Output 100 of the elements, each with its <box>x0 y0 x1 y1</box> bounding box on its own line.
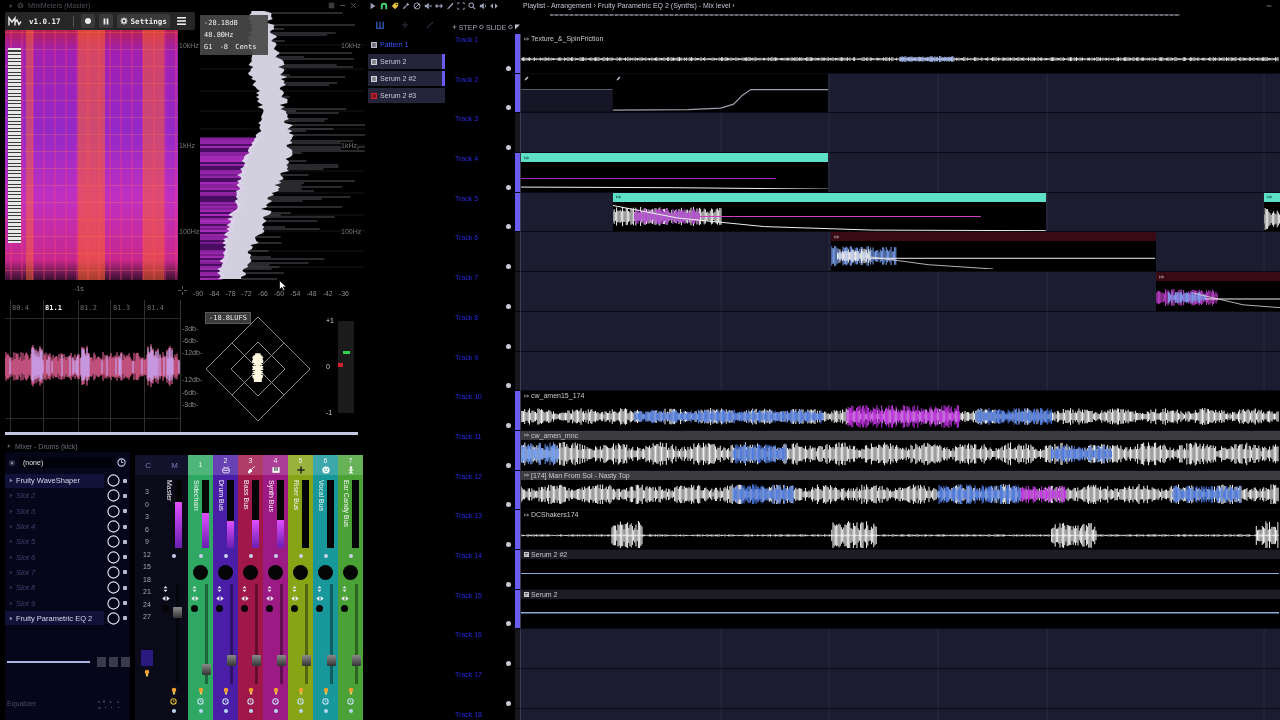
clip-header[interactable] <box>1155 272 1280 282</box>
slot-switch[interactable] <box>123 585 127 590</box>
mix-knob[interactable] <box>107 535 120 549</box>
slash-icon[interactable] <box>446 1 454 10</box>
bulb-icon[interactable] <box>170 687 177 695</box>
mute-switch[interactable] <box>506 264 511 270</box>
clock-icon[interactable] <box>117 458 126 467</box>
clock-icon[interactable] <box>222 698 229 705</box>
magnet-icon[interactable] <box>380 1 388 10</box>
clock-icon[interactable] <box>247 698 254 705</box>
slot-switch[interactable] <box>123 524 127 529</box>
pan-knob[interactable] <box>343 565 358 580</box>
mix-knob[interactable] <box>107 565 120 579</box>
leftright-arrows-icon[interactable] <box>240 596 249 601</box>
mute-switch[interactable] <box>506 462 511 468</box>
mix-knob[interactable] <box>107 520 120 534</box>
volume-fader[interactable] <box>255 584 258 684</box>
slot-switch[interactable] <box>123 601 127 605</box>
slot-switch[interactable] <box>123 570 127 575</box>
mute-switch[interactable] <box>506 343 511 349</box>
muted-speaker-icon[interactable] <box>424 1 432 10</box>
mute-switch[interactable] <box>506 700 511 706</box>
audio-clip[interactable] <box>830 232 1156 272</box>
dial-icon[interactable] <box>8 458 16 467</box>
mute-switch[interactable] <box>506 621 511 627</box>
mute-switch[interactable] <box>506 502 511 508</box>
updown-arrows-icon[interactable] <box>267 586 272 592</box>
audio-clip[interactable] <box>1264 192 1280 232</box>
mute-switch[interactable] <box>506 383 511 389</box>
fader-handle[interactable] <box>327 655 336 667</box>
slot-switch[interactable] <box>123 509 127 514</box>
mute-switch[interactable] <box>506 303 511 309</box>
play-icon[interactable] <box>369 1 377 10</box>
ring-icon[interactable] <box>479 24 484 30</box>
volume-fader[interactable] <box>230 584 233 684</box>
leftright-arrows-icon[interactable] <box>265 596 274 601</box>
bulb-icon[interactable] <box>222 687 229 695</box>
mute-switch[interactable] <box>506 105 511 111</box>
mute-switch[interactable] <box>506 422 511 428</box>
double-arrow-icon[interactable] <box>435 1 443 10</box>
mute-switch[interactable] <box>506 581 511 587</box>
frame-corners-icon[interactable] <box>457 1 465 10</box>
slot-switch[interactable] <box>123 539 127 544</box>
clip-header[interactable] <box>830 232 1156 242</box>
pan-knob[interactable] <box>193 565 208 580</box>
clock-icon[interactable] <box>272 698 279 705</box>
record-button[interactable] <box>80 14 95 28</box>
no-entry-icon[interactable] <box>413 1 421 10</box>
fader-handle[interactable] <box>202 664 211 676</box>
fader-handle[interactable] <box>302 655 311 667</box>
led-icon[interactable] <box>223 554 228 558</box>
slot-switch[interactable] <box>123 478 127 483</box>
clip-header[interactable] <box>612 192 1047 202</box>
search-icon[interactable] <box>468 1 476 10</box>
small-knob[interactable] <box>341 605 348 612</box>
double-triangle-icon[interactable] <box>490 1 498 10</box>
mute-switch[interactable] <box>506 145 511 151</box>
audio-clip[interactable] <box>612 192 1047 232</box>
mix-knob[interactable] <box>107 504 120 518</box>
audio-clip[interactable] <box>521 153 829 192</box>
led-icon[interactable] <box>171 709 176 713</box>
mix-knob[interactable] <box>107 611 120 625</box>
volume-fader[interactable] <box>280 584 283 684</box>
automation-clip[interactable] <box>521 73 613 113</box>
fader-handle[interactable] <box>277 655 286 667</box>
brush-icon[interactable] <box>402 1 410 10</box>
plus-icon[interactable] <box>452 24 457 30</box>
small-knob[interactable] <box>316 605 323 612</box>
bulb-icon[interactable] <box>144 668 150 677</box>
updown-arrows-icon[interactable] <box>163 586 168 592</box>
clip-header[interactable] <box>521 153 829 163</box>
mute-switch[interactable] <box>506 224 511 230</box>
mute-switch[interactable] <box>506 65 511 71</box>
mix-knob[interactable] <box>107 550 120 564</box>
fader-handle[interactable] <box>252 655 261 667</box>
pan-knob[interactable] <box>293 565 308 580</box>
corner-triangle-icon[interactable] <box>515 24 520 30</box>
clip-header[interactable] <box>1264 192 1280 202</box>
slot-switch[interactable] <box>123 555 127 560</box>
comb-icon[interactable] <box>376 21 384 29</box>
small-knob[interactable] <box>191 605 198 612</box>
crosshair-icon[interactable] <box>178 285 187 295</box>
mute-switch[interactable] <box>506 184 511 190</box>
slot-switch[interactable] <box>123 493 127 498</box>
mix-knob[interactable] <box>107 489 120 503</box>
mix-knob[interactable] <box>107 596 120 610</box>
pan-knob[interactable] <box>318 565 333 580</box>
fader-handle[interactable] <box>227 655 236 667</box>
updown-arrows-icon[interactable] <box>217 586 222 592</box>
led-icon[interactable] <box>171 554 176 558</box>
leftright-arrows-icon[interactable] <box>215 596 224 601</box>
ring-icon[interactable] <box>508 24 514 30</box>
slot-switch[interactable] <box>123 616 127 621</box>
mix-knob[interactable] <box>107 581 120 595</box>
fader-handle[interactable] <box>352 655 361 667</box>
mute-switch[interactable] <box>506 661 511 666</box>
audio-clip[interactable] <box>1155 272 1280 311</box>
mute-switch[interactable] <box>506 541 511 547</box>
mix-knob[interactable] <box>107 474 120 488</box>
automation-clip[interactable] <box>612 73 829 113</box>
